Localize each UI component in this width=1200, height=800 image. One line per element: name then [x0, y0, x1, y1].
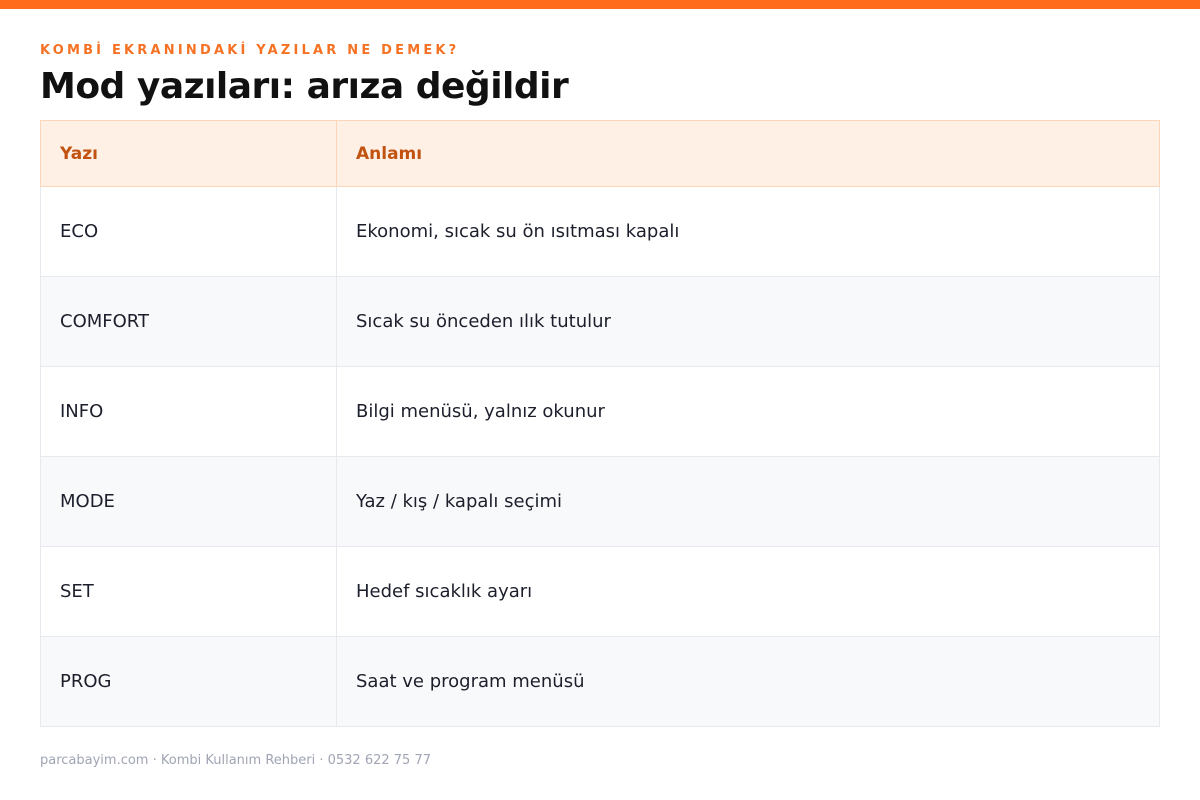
- cell-code: INFO: [40, 366, 337, 457]
- column-header-yazi: Yazı: [40, 120, 337, 187]
- cell-code: MODE: [40, 456, 337, 547]
- table-row: INFO Bilgi menüsü, yalnız okunur: [40, 366, 1160, 457]
- cell-code: SET: [40, 546, 337, 637]
- eyebrow-label: KOMBİ EKRANINDAKİ YAZILAR NE DEMEK?: [40, 43, 460, 58]
- table-row: MODE Yaz / kış / kapalı seçimi: [40, 456, 1160, 547]
- page-title: Mod yazıları: arıza değildir: [40, 66, 569, 107]
- cell-code: PROG: [40, 636, 337, 727]
- table-row: COMFORT Sıcak su önceden ılık tutulur: [40, 276, 1160, 367]
- cell-code: ECO: [40, 186, 337, 277]
- cell-meaning: Sıcak su önceden ılık tutulur: [336, 276, 1160, 367]
- column-header-anlami: Anlamı: [336, 120, 1160, 187]
- table-row: ECO Ekonomi, sıcak su ön ısıtması kapalı: [40, 186, 1160, 277]
- cell-meaning: Saat ve program menüsü: [336, 636, 1160, 727]
- table-row: PROG Saat ve program menüsü: [40, 636, 1160, 727]
- top-accent-bar: [0, 0, 1200, 9]
- cell-code: COMFORT: [40, 276, 337, 367]
- cell-meaning: Bilgi menüsü, yalnız okunur: [336, 366, 1160, 457]
- table-header-row: Yazı Anlamı: [40, 120, 1160, 187]
- cell-meaning: Hedef sıcaklık ayarı: [336, 546, 1160, 637]
- meaning-table: Yazı Anlamı ECO Ekonomi, sıcak su ön ısı…: [40, 120, 1160, 727]
- table-row: SET Hedef sıcaklık ayarı: [40, 546, 1160, 637]
- footer-text: parcabayim.com · Kombi Kullanım Rehberi …: [40, 753, 431, 768]
- cell-meaning: Ekonomi, sıcak su ön ısıtması kapalı: [336, 186, 1160, 277]
- cell-meaning: Yaz / kış / kapalı seçimi: [336, 456, 1160, 547]
